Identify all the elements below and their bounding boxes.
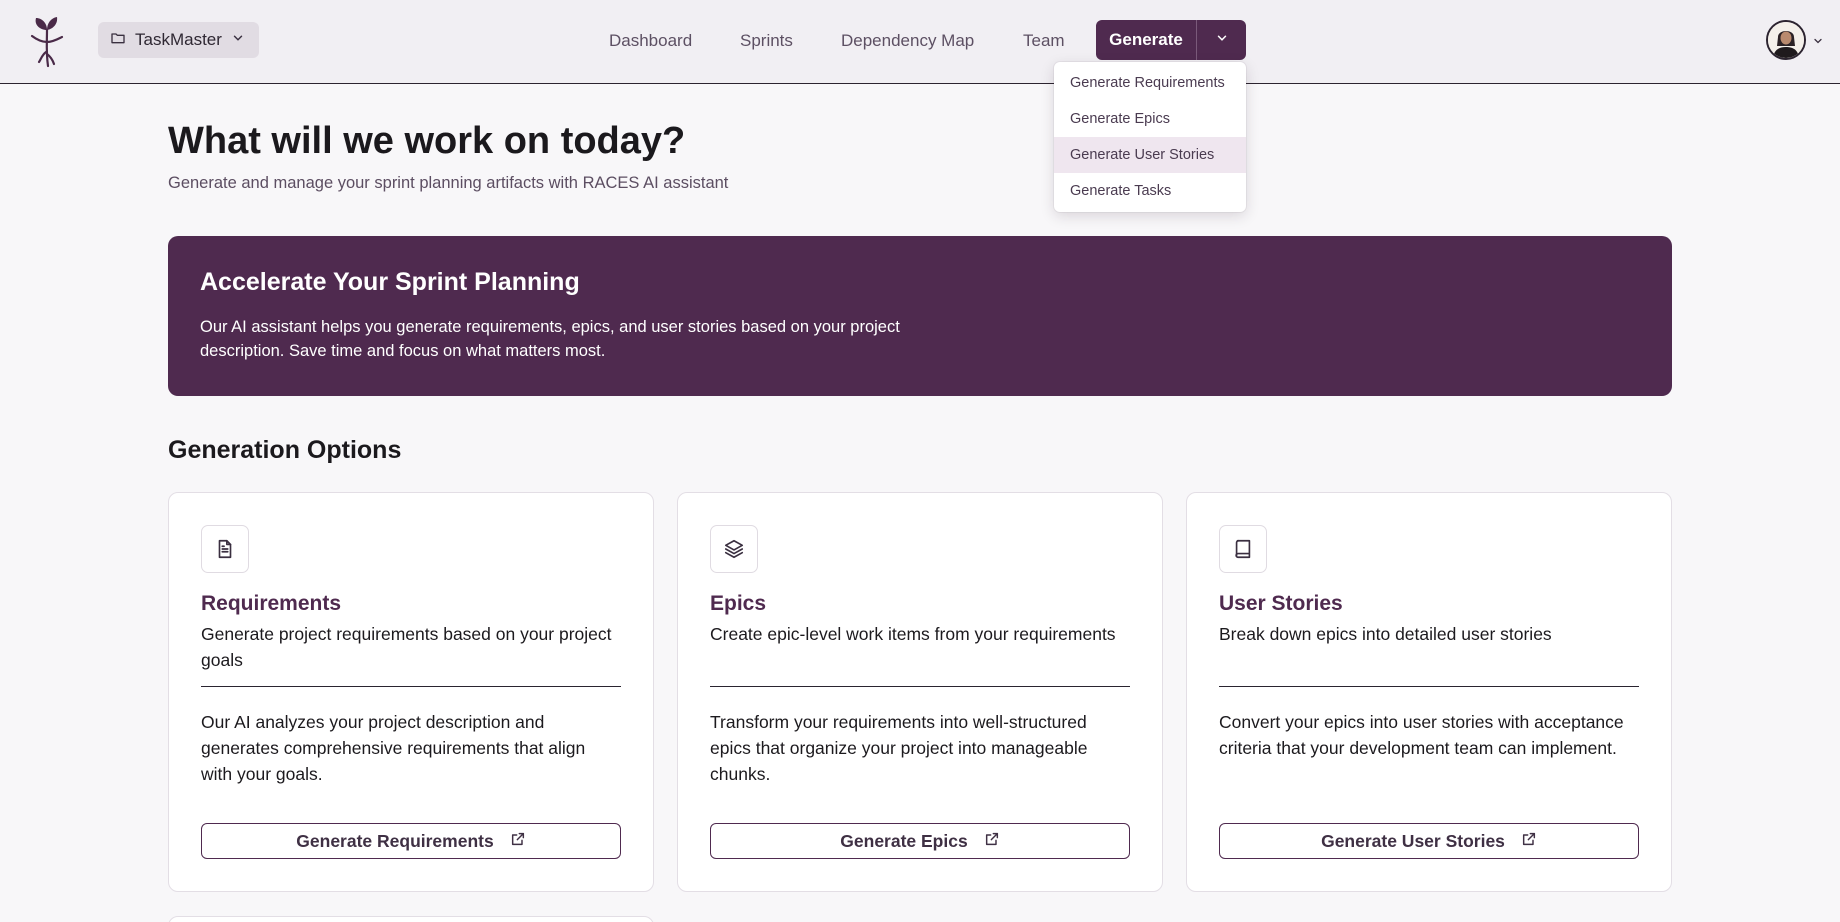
card-description: Generate project requirements based on y… — [201, 624, 612, 670]
page-subtitle: Generate and manage your sprint planning… — [168, 174, 729, 192]
divider — [710, 686, 1130, 687]
divider — [1219, 686, 1639, 687]
generate-dropdown-menu: Generate Requirements Generate Epics Gen… — [1054, 62, 1246, 212]
card-title: Requirements — [201, 592, 342, 615]
top-navigation-bar: TaskMaster Dashboard Sprints Dependency … — [0, 0, 1840, 84]
menu-item-generate-tasks[interactable]: Generate Tasks — [1054, 173, 1246, 209]
nav-team[interactable]: Team — [1023, 22, 1065, 60]
promo-banner: Accelerate Your Sprint Planning Our AI a… — [168, 236, 1672, 396]
external-link-icon — [510, 831, 526, 852]
banner-text: Our AI assistant helps you generate requ… — [200, 318, 900, 360]
nav-dashboard[interactable]: Dashboard — [609, 22, 692, 60]
card-body: Transform your requirements into well-st… — [710, 712, 1088, 784]
card-epics: Epics Create epic-level work items from … — [677, 492, 1163, 892]
card-partial — [168, 916, 654, 922]
chevron-down-icon — [1215, 31, 1229, 50]
project-name: TaskMaster — [135, 30, 222, 49]
logo-icon[interactable] — [26, 12, 68, 68]
menu-item-generate-epics[interactable]: Generate Epics — [1054, 101, 1246, 137]
external-link-icon — [1521, 831, 1537, 852]
folder-icon — [110, 30, 126, 51]
section-title: Generation Options — [168, 436, 402, 464]
layers-icon — [710, 525, 758, 573]
chevron-down-icon — [231, 30, 245, 50]
button-label: Generate User Stories — [1321, 830, 1505, 851]
project-selector[interactable]: TaskMaster — [98, 22, 259, 58]
card-title: Epics — [710, 592, 767, 615]
menu-item-generate-requirements[interactable]: Generate Requirements — [1054, 65, 1246, 101]
button-label: Generate Epics — [840, 830, 968, 851]
nav-sprints[interactable]: Sprints — [740, 22, 793, 60]
card-body: Our AI analyzes your project description… — [201, 712, 586, 784]
divider — [201, 686, 621, 687]
chevron-down-icon[interactable] — [1812, 34, 1824, 52]
generate-user-stories-button[interactable]: Generate User Stories — [1219, 823, 1639, 859]
avatar[interactable] — [1766, 20, 1806, 60]
generate-split-button: Generate — [1096, 20, 1246, 60]
card-requirements: Requirements Generate project requiremen… — [168, 492, 654, 892]
page-title: What will we work on today? — [168, 120, 686, 162]
generate-button[interactable]: Generate — [1096, 20, 1197, 60]
external-link-icon — [984, 831, 1000, 852]
card-description: Break down epics into detailed user stor… — [1219, 624, 1552, 644]
menu-item-generate-user-stories[interactable]: Generate User Stories — [1054, 137, 1246, 173]
nav-dependency-map[interactable]: Dependency Map — [841, 22, 974, 60]
generate-requirements-button[interactable]: Generate Requirements — [201, 823, 621, 859]
card-title: User Stories — [1219, 592, 1343, 615]
document-icon — [201, 525, 249, 573]
card-body: Convert your epics into user stories wit… — [1219, 712, 1624, 758]
banner-title: Accelerate Your Sprint Planning — [200, 268, 580, 296]
card-user-stories: User Stories Break down epics into detai… — [1186, 492, 1672, 892]
generate-menu-toggle[interactable] — [1197, 20, 1246, 60]
card-description: Create epic-level work items from your r… — [710, 624, 1116, 644]
button-label: Generate Requirements — [296, 830, 494, 851]
book-icon — [1219, 525, 1267, 573]
generate-epics-button[interactable]: Generate Epics — [710, 823, 1130, 859]
